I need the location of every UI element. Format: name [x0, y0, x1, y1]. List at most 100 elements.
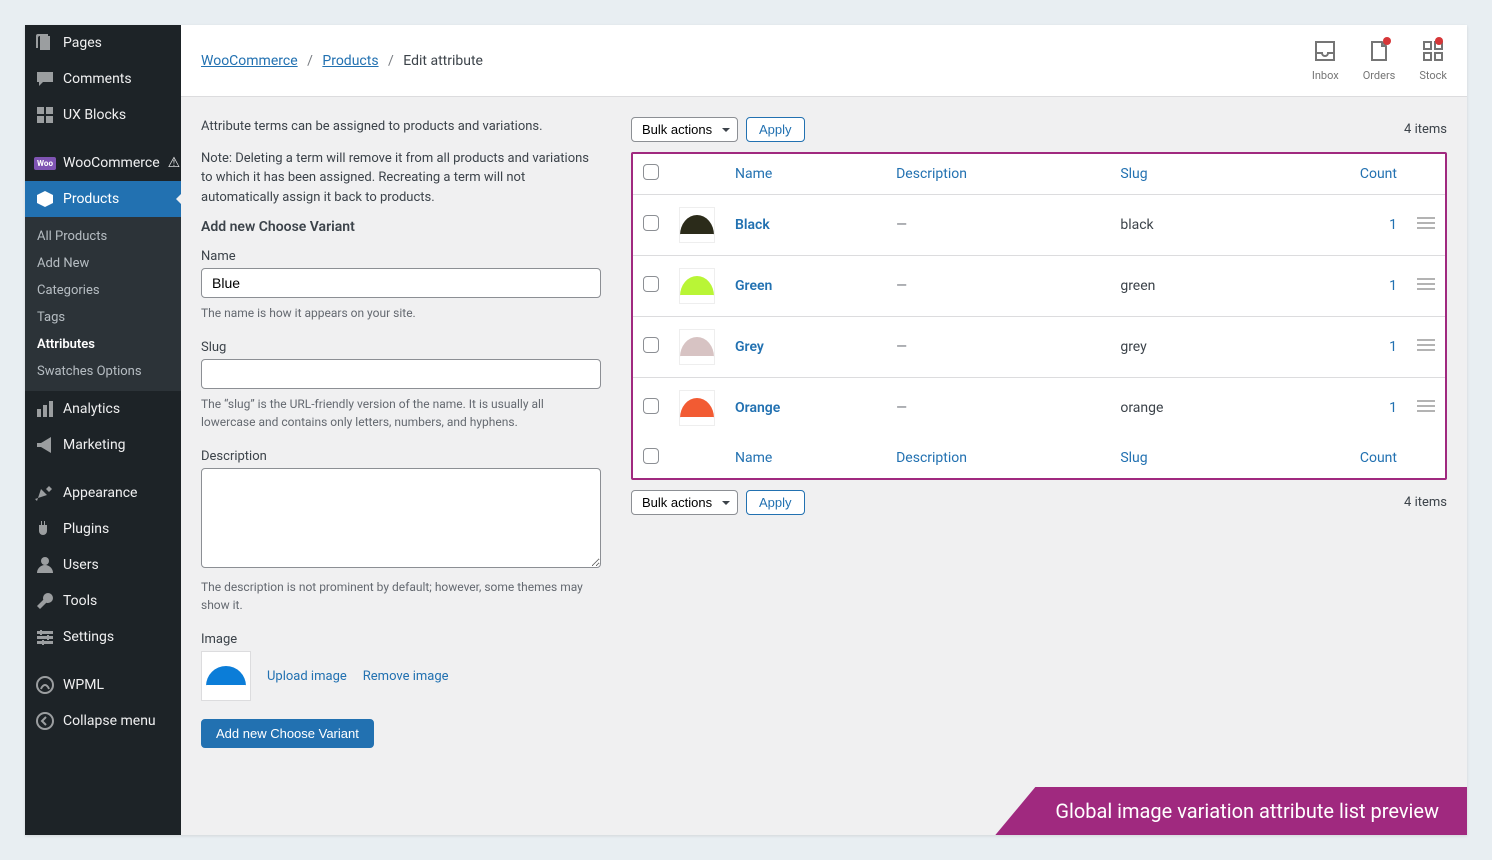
header-bar: WooCommerce / Products / Edit attribute …: [181, 25, 1467, 97]
column-count[interactable]: Count: [1266, 154, 1407, 195]
remove-image-link[interactable]: Remove image: [363, 669, 449, 684]
marketing-icon: [35, 435, 55, 455]
main-content: WooCommerce / Products / Edit attribute …: [181, 25, 1467, 835]
table-row: Green — green 1: [633, 256, 1445, 317]
sidebar-label: WPML: [63, 677, 104, 693]
select-all-checkbox[interactable]: [643, 164, 659, 180]
header-inbox[interactable]: Inbox: [1312, 39, 1339, 82]
select-all-checkbox-bottom[interactable]: [643, 448, 659, 464]
drag-handle-icon[interactable]: [1417, 278, 1435, 294]
row-name-link[interactable]: Black: [735, 217, 770, 233]
slug-label: Slug: [201, 340, 601, 355]
submit-button[interactable]: Add new Choose Variant: [201, 719, 374, 748]
sidebar-label: Analytics: [63, 401, 120, 417]
submenu-attributes[interactable]: Attributes: [25, 331, 181, 358]
submenu-categories[interactable]: Categories: [25, 277, 181, 304]
drag-handle-icon[interactable]: [1417, 217, 1435, 233]
header-orders[interactable]: Orders: [1363, 39, 1396, 82]
sidebar-item-collapse[interactable]: Collapse menu: [25, 703, 181, 739]
header-action-label: Inbox: [1312, 69, 1339, 82]
column-thumbnail: [669, 154, 725, 195]
sidebar-item-analytics[interactable]: Analytics: [25, 391, 181, 427]
submenu-swatches[interactable]: Swatches Options: [25, 358, 181, 385]
name-input[interactable]: [201, 268, 601, 298]
sidebar-item-marketing[interactable]: Marketing: [25, 427, 181, 463]
row-name-link[interactable]: Grey: [735, 339, 764, 355]
sidebar-item-woocommerce[interactable]: Woo WooCommerce ⚠: [25, 145, 181, 181]
comments-icon: [35, 69, 55, 89]
row-count-link[interactable]: 1: [1389, 217, 1397, 233]
slug-help: The “slug” is the URL-friendly version o…: [201, 395, 601, 431]
row-checkbox[interactable]: [643, 398, 659, 414]
bulk-actions-select-bottom[interactable]: Bulk actions: [631, 490, 738, 515]
submenu-add-new[interactable]: Add New: [25, 250, 181, 277]
column-slug[interactable]: Slug: [1110, 154, 1266, 195]
drag-handle-icon[interactable]: [1417, 339, 1435, 355]
row-checkbox[interactable]: [643, 215, 659, 231]
row-description: —: [896, 278, 907, 294]
description-textarea[interactable]: [201, 468, 601, 568]
sidebar-item-tools[interactable]: Tools: [25, 583, 181, 619]
sidebar-item-plugins[interactable]: Plugins: [25, 511, 181, 547]
row-description: —: [896, 400, 907, 416]
sidebar-item-products[interactable]: Products: [25, 181, 181, 217]
header-action-label: Stock: [1419, 69, 1447, 82]
intro-text-1: Attribute terms can be assigned to produ…: [201, 117, 601, 137]
row-checkbox[interactable]: [643, 276, 659, 292]
sidebar-item-pages[interactable]: Pages: [25, 25, 181, 61]
row-count-link[interactable]: 1: [1389, 400, 1397, 416]
row-count-link[interactable]: 1: [1389, 278, 1397, 294]
breadcrumb-sep: /: [388, 53, 394, 69]
sidebar-label: Marketing: [63, 437, 126, 453]
slug-input[interactable]: [201, 359, 601, 389]
bulk-actions-select[interactable]: Bulk actions: [631, 117, 738, 142]
drag-handle-icon[interactable]: [1417, 400, 1435, 416]
header-stock[interactable]: Stock: [1419, 39, 1447, 82]
sidebar-label: WooCommerce: [63, 155, 160, 171]
image-thumbnail[interactable]: [201, 651, 251, 701]
sidebar-item-wpml[interactable]: WPML: [25, 667, 181, 703]
apply-button-top[interactable]: Apply: [746, 117, 805, 142]
shoe-icon: [680, 337, 714, 357]
sidebar-label: Settings: [63, 629, 114, 645]
column-slug[interactable]: Slug: [1110, 438, 1266, 478]
breadcrumb-woocommerce[interactable]: WooCommerce: [201, 53, 298, 69]
apply-button-bottom[interactable]: Apply: [746, 490, 805, 515]
column-name[interactable]: Name: [725, 154, 886, 195]
submenu-tags[interactable]: Tags: [25, 304, 181, 331]
content-area: Attribute terms can be assigned to produ…: [181, 97, 1467, 768]
row-count-link[interactable]: 1: [1389, 339, 1397, 355]
breadcrumb-products[interactable]: Products: [322, 53, 378, 69]
form-column: Attribute terms can be assigned to produ…: [201, 117, 601, 748]
row-thumbnail: [679, 268, 715, 304]
collapse-icon: [35, 711, 55, 731]
sidebar-item-ux-blocks[interactable]: UX Blocks: [25, 97, 181, 133]
row-description: —: [896, 339, 907, 355]
description-label: Description: [201, 449, 601, 464]
products-icon: [35, 189, 55, 209]
wpml-icon: [35, 675, 55, 695]
terms-table: Name Description Slug Count Black — blac…: [631, 152, 1447, 480]
sidebar-label: Plugins: [63, 521, 109, 537]
column-name[interactable]: Name: [725, 438, 886, 478]
row-checkbox[interactable]: [643, 337, 659, 353]
sidebar-item-appearance[interactable]: Appearance: [25, 475, 181, 511]
items-count-top: 4 items: [1404, 122, 1447, 137]
sidebar-item-users[interactable]: Users: [25, 547, 181, 583]
column-description[interactable]: Description: [886, 438, 1110, 478]
upload-image-link[interactable]: Upload image: [267, 669, 347, 684]
column-description[interactable]: Description: [886, 154, 1110, 195]
row-name-link[interactable]: Orange: [735, 400, 780, 416]
sidebar-item-comments[interactable]: Comments: [25, 61, 181, 97]
sidebar-label: Collapse menu: [63, 713, 156, 729]
table-row: Grey — grey 1: [633, 317, 1445, 378]
tools-icon: [35, 591, 55, 611]
inbox-icon: [1313, 39, 1337, 63]
column-count[interactable]: Count: [1266, 438, 1407, 478]
row-name-link[interactable]: Green: [735, 278, 772, 294]
sidebar-label: Users: [63, 557, 99, 573]
sidebar-item-settings[interactable]: Settings: [25, 619, 181, 655]
sidebar-label: Comments: [63, 71, 132, 87]
submenu-all-products[interactable]: All Products: [25, 223, 181, 250]
row-thumbnail: [679, 207, 715, 243]
